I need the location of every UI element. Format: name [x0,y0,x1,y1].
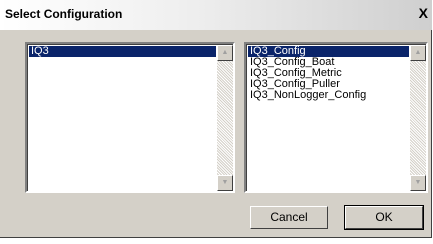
cancel-button[interactable]: Cancel [250,206,328,229]
list-item[interactable]: IQ3_NonLogger_Config [248,90,409,101]
close-icon[interactable]: X [419,6,428,20]
scroll-up-icon[interactable]: ▲ [217,45,233,61]
ok-button[interactable]: OK [344,205,424,230]
list-item[interactable]: IQ3 [29,46,216,57]
vertical-scrollbar[interactable]: ▲ ▼ [217,45,233,191]
scroll-down-icon[interactable]: ▼ [217,175,233,191]
scroll-up-icon[interactable]: ▲ [410,45,426,61]
select-configuration-dialog: Select Configuration X IQ3 ▲ ▼ IQ3_Confi… [0,0,432,238]
dialog-title: Select Configuration [5,7,123,21]
group-listbox[interactable]: IQ3 ▲ ▼ [25,42,235,193]
configuration-list-items: IQ3_Config IQ3_Config_Boat IQ3_Config_Me… [248,46,409,101]
configuration-listbox[interactable]: IQ3_Config IQ3_Config_Boat IQ3_Config_Me… [244,42,428,193]
vertical-scrollbar[interactable]: ▲ ▼ [410,45,426,191]
title-bar[interactable]: Select Configuration X [0,0,432,30]
scroll-down-icon[interactable]: ▼ [410,175,426,191]
group-list-items: IQ3 [29,46,216,57]
